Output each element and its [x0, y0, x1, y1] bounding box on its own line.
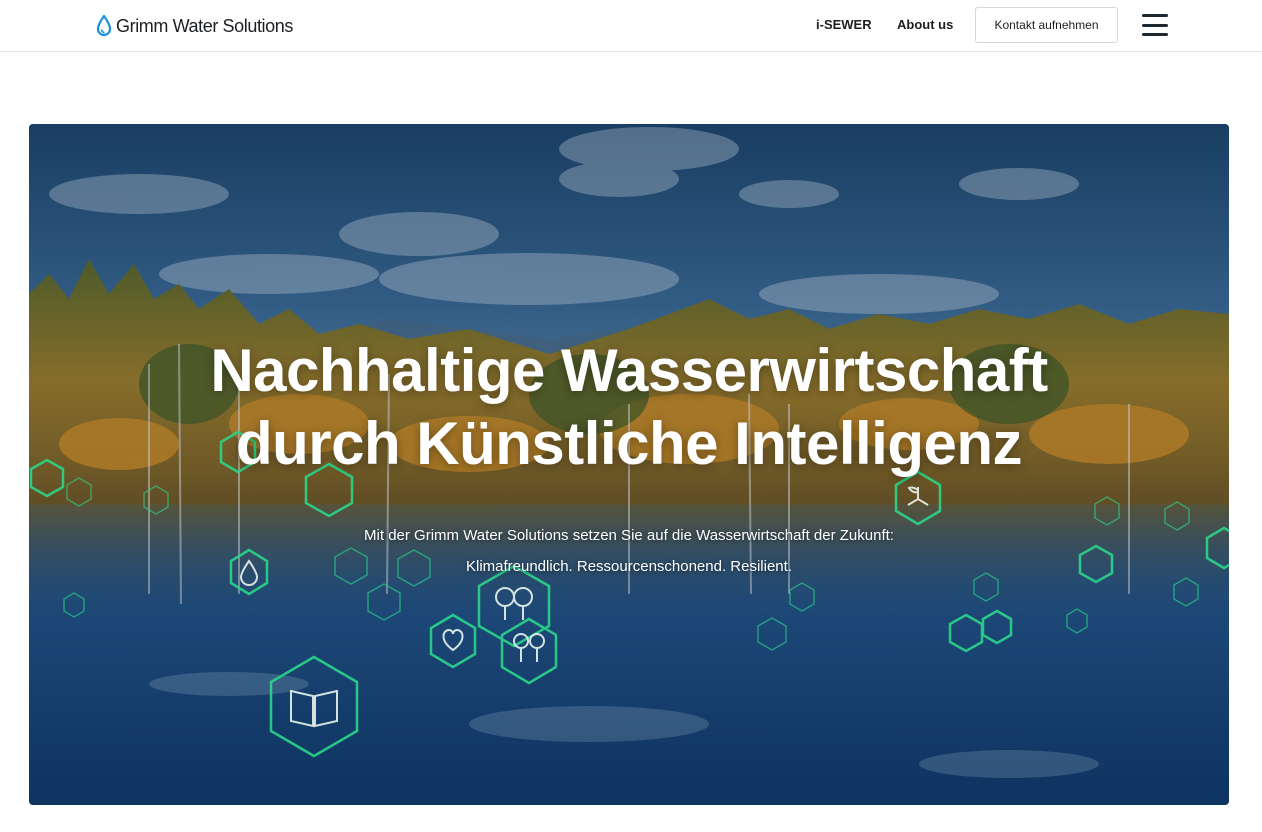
contact-button[interactable]: Kontakt aufnehmen [975, 7, 1118, 43]
site-header: Grimm Water Solutions i-SEWER About us K… [0, 0, 1262, 52]
hamburger-menu-icon[interactable] [1142, 14, 1168, 36]
hero-subtitle-line-2: Klimafreundlich. Ressourcenschonend. Res… [465, 558, 792, 575]
water-drop-icon [96, 15, 112, 37]
brand-logo[interactable]: Grimm Water Solutions [96, 14, 293, 38]
nav-link-isewer[interactable]: i-SEWER [816, 17, 872, 32]
menu-bar [1142, 23, 1168, 27]
hero-subtitle: Mit der Grimm Water Solutions setzen Sie… [29, 520, 1229, 582]
menu-bar [1142, 14, 1168, 17]
brand-name: Grimm Water Solutions [116, 15, 293, 36]
hero-banner: Nachhaltige Wasserwirtschaft durch Künst… [29, 124, 1229, 805]
hero-title-line-1: Nachhaltige Wasserwirtschaft [210, 337, 1048, 404]
hero-title: Nachhaltige Wasserwirtschaft durch Künst… [29, 334, 1229, 480]
hero-title-line-2: durch Künstliche Intelligenz [235, 410, 1023, 477]
menu-bar [1142, 33, 1168, 36]
hero-subtitle-line-1: Mit der Grimm Water Solutions setzen Sie… [364, 527, 894, 544]
nav-link-about-us[interactable]: About us [897, 17, 953, 32]
